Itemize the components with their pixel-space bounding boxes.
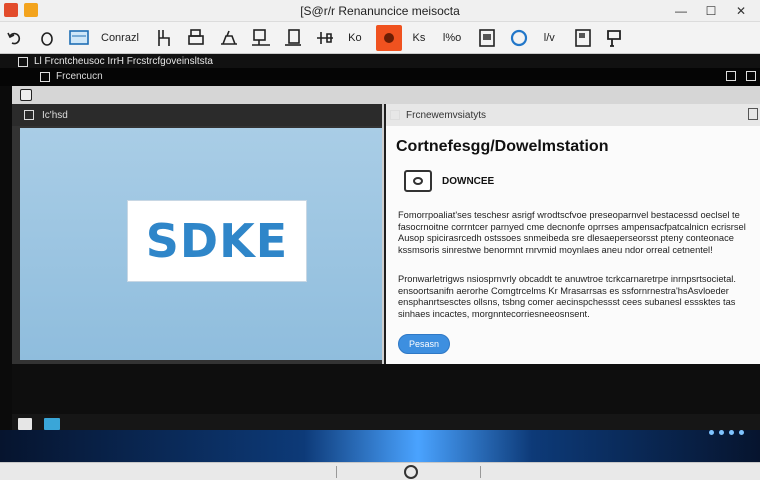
toolbar-label-4[interactable]: l%o xyxy=(440,25,464,51)
status-view-icon[interactable] xyxy=(44,418,60,430)
search-icon[interactable] xyxy=(404,465,418,479)
tools-icon[interactable] xyxy=(312,25,338,51)
title-bar: [S@r/r Renanuncice meisocta — ☐ ✕ xyxy=(0,0,760,22)
screen-icon[interactable] xyxy=(66,25,92,51)
device-row: DOWNCEE xyxy=(404,170,494,192)
scanner-icon[interactable] xyxy=(216,25,242,51)
restore-pane-icon[interactable] xyxy=(726,71,736,81)
file-small-icon[interactable] xyxy=(18,56,28,67)
undo-icon[interactable] xyxy=(2,25,28,51)
printer-icon[interactable] xyxy=(184,25,210,51)
image-pane: Ic'hsd SDKE xyxy=(12,104,382,364)
status-page-icon[interactable] xyxy=(18,418,32,430)
monitor-icon[interactable] xyxy=(248,25,274,51)
easel-icon[interactable] xyxy=(602,25,628,51)
document-title: Cortnefesgg/Dowelmstation xyxy=(396,138,609,155)
image-canvas[interactable]: SDKE xyxy=(20,128,382,360)
box-icon[interactable] xyxy=(280,25,306,51)
ribbon-toolbar: Conrazl Ko Ks l%o l/v xyxy=(0,22,760,54)
app-path-text: Ll Frcntcheusoc IrrH Frcstrcfgoveinsltst… xyxy=(34,56,213,67)
app-path-bar: Ll Frcntcheusoc IrrH Frcstrcfgoveinsltst… xyxy=(0,54,760,68)
pane-close-icon[interactable] xyxy=(746,71,756,81)
device-icon xyxy=(404,170,432,192)
window-title: [S@r/r Renanuncice meisocta xyxy=(300,4,460,18)
document-icon[interactable] xyxy=(474,25,500,51)
tab-doc-icon[interactable] xyxy=(390,110,400,120)
toolbar-label-2[interactable]: Ko xyxy=(344,25,366,51)
logo-card[interactable]: SDKE xyxy=(127,200,307,282)
device-label: DOWNCEE xyxy=(442,175,495,187)
toolbar-label-1[interactable]: Conrazl xyxy=(98,25,142,51)
document-paragraph-1: Fomorrpoaliat'ses teschesr asrigf wrodts… xyxy=(398,210,746,255)
document-pane: Frcnewemvsiatyts Cortnefesgg/Dowelmstati… xyxy=(384,104,760,364)
tray-indicator-icons xyxy=(709,430,744,435)
taskbar-separator xyxy=(480,466,481,478)
record-icon[interactable] xyxy=(375,24,402,51)
sub-bar-label: Frcencucn xyxy=(56,71,103,82)
chair-icon[interactable] xyxy=(152,25,178,51)
image-pane-header: Ic'hsd xyxy=(12,104,382,126)
toolbar-label-5[interactable]: l/v xyxy=(538,25,560,51)
primary-action-button[interactable]: Pesasn xyxy=(398,334,450,354)
folder-small-icon[interactable] xyxy=(40,71,50,82)
desktop-wallpaper xyxy=(0,430,760,462)
taskbar xyxy=(0,462,760,480)
tab-image-icon[interactable] xyxy=(24,110,34,120)
sub-bar: Frcencucn xyxy=(0,68,760,86)
camera-icon[interactable] xyxy=(20,89,32,101)
image-pane-tab[interactable]: Ic'hsd xyxy=(42,110,68,121)
taskbar-separator xyxy=(336,466,337,478)
pane-menu-icon[interactable] xyxy=(748,108,758,120)
close-button[interactable]: ✕ xyxy=(726,0,756,22)
logo-text: SDKE xyxy=(145,214,289,268)
maximize-button[interactable]: ☐ xyxy=(696,0,726,22)
document-pane-header: Frcnewemvsiatyts xyxy=(386,104,760,126)
document-paragraph-2: Pronwarletrigws nsiosprnvrly obcaddt te … xyxy=(398,274,736,319)
minimize-button[interactable]: — xyxy=(666,0,696,22)
left-strip xyxy=(0,86,12,430)
document-pane-tab[interactable]: Frcnewemvsiatyts xyxy=(406,110,486,121)
toolbar-label-3[interactable]: Ks xyxy=(408,25,430,51)
redo-icon[interactable] xyxy=(34,25,60,51)
workspace-header xyxy=(12,86,760,104)
bottom-panel xyxy=(12,364,760,414)
file-icon[interactable] xyxy=(570,25,596,51)
circle-icon[interactable] xyxy=(506,25,532,51)
